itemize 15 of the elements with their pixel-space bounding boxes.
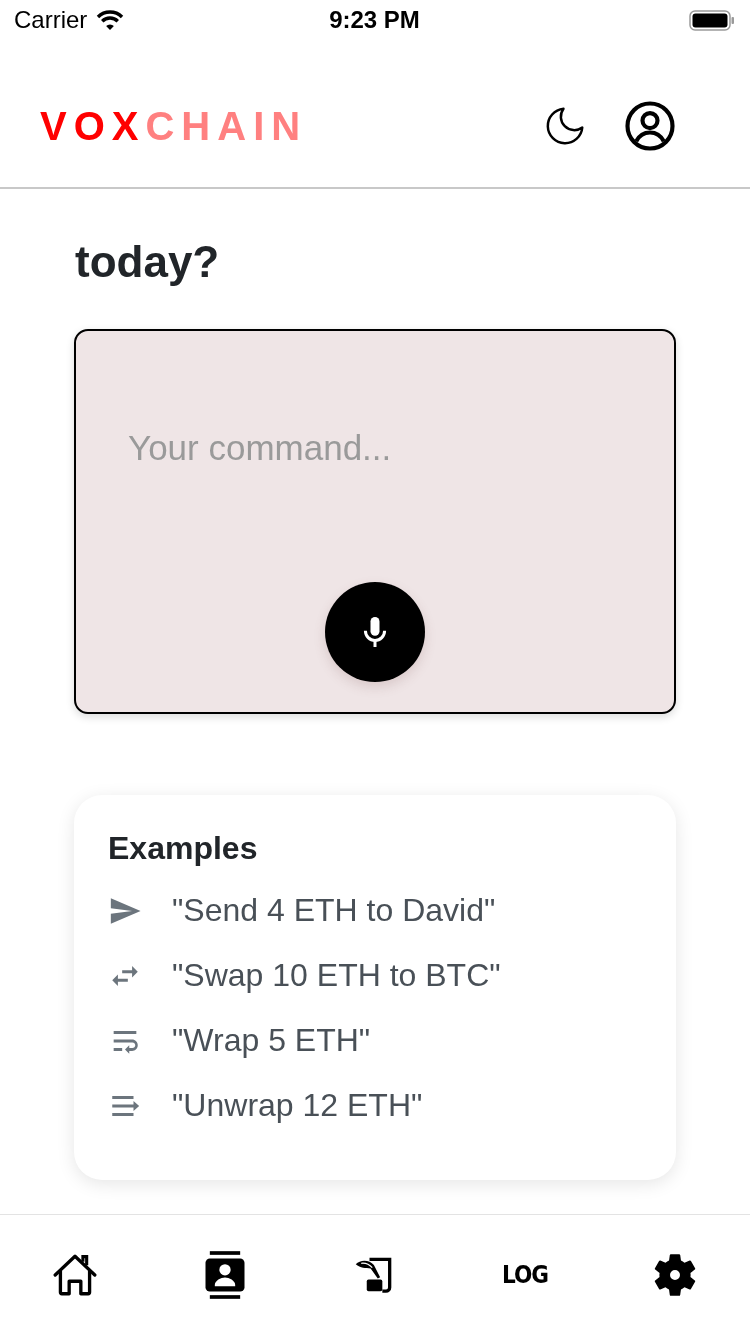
command-field[interactable]: Your command...	[74, 329, 676, 714]
profile-button[interactable]	[625, 100, 675, 151]
example-command: "Unwrap 12 ETH"	[172, 1087, 423, 1124]
example-command: "Swap 10 ETH to BTC"	[172, 957, 501, 994]
examples-heading: Examples	[108, 829, 258, 868]
carrier-name: Carrier	[14, 6, 88, 34]
logo: VOX CHAIN	[40, 105, 308, 146]
status-time: 9:23 PM	[329, 6, 420, 34]
log-tab[interactable]: LOG	[502, 1262, 548, 1287]
wifi-icon	[95, 9, 126, 31]
person-circle-icon	[625, 100, 675, 151]
page-heading: today?	[75, 236, 220, 288]
battery-icon	[689, 9, 735, 31]
example-command: "Send 4 ETH to David"	[172, 892, 496, 929]
example-command: "Wrap 5 ETH"	[172, 1022, 371, 1059]
